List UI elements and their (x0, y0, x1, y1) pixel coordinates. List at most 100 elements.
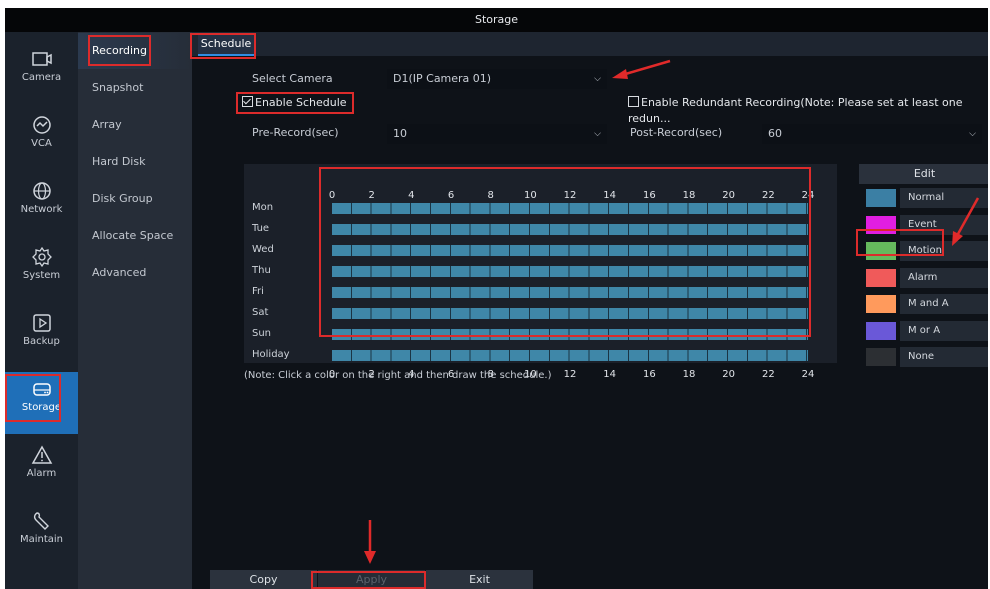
submenu-item-snapshot[interactable]: Snapshot (78, 70, 192, 106)
post-record-label: Post-Record(sec) (630, 126, 723, 139)
redundant-recording-label: Enable Redundant Recording(Note: Please … (628, 96, 963, 125)
nav-maintain-label: Maintain (19, 534, 64, 545)
submenu-item-recording[interactable]: Recording (78, 33, 192, 69)
day-label: Mon (252, 202, 274, 213)
checkbox-checked-icon (242, 96, 253, 107)
schedule-grid[interactable]: 0 2 4 6 8 10 12 14 16 18 20 22 24 0 2 4 6 8 10 12 14 16 18 20 2… (244, 164, 837, 380)
legend-label: M or A (900, 320, 988, 341)
chevron-down-icon: ⌵ (969, 129, 976, 139)
hour-tick-top: 18 (682, 190, 696, 201)
schedule-bar[interactable] (332, 224, 808, 235)
alarm-icon (31, 445, 52, 464)
legend-item[interactable]: M or A (859, 320, 988, 341)
legend-item[interactable]: None (859, 347, 988, 367)
schedule-bar[interactable] (332, 350, 808, 361)
hour-tick-bottom: 20 (722, 369, 736, 380)
day-label: Sun (252, 328, 272, 339)
legend-item[interactable]: Motion (859, 241, 988, 261)
nav-network-label: Network (20, 204, 63, 215)
legend-item[interactable]: M and A (859, 294, 988, 314)
schedule-bar[interactable] (332, 287, 808, 298)
color-swatch[interactable] (866, 321, 896, 340)
hour-tick-bottom: 22 (761, 369, 775, 380)
post-record-value: 60 (768, 127, 782, 140)
nav-network[interactable]: Network (5, 174, 78, 236)
enable-schedule-checkbox[interactable]: Enable Schedule (242, 95, 347, 111)
hour-tick-top: 20 (722, 190, 736, 201)
camera-icon (31, 52, 52, 66)
schedule-panel: Schedule Select Camera D1(IP Camera 01) … (192, 32, 988, 589)
redundant-recording-checkbox[interactable]: Enable Redundant Recording(Note: Please … (628, 95, 988, 127)
schedule-bar[interactable] (332, 329, 808, 340)
hour-tick-top: 4 (408, 190, 415, 201)
legend-item[interactable]: Normal (859, 188, 988, 208)
legend-label: Normal (900, 188, 988, 208)
hour-tick-bottom: 16 (642, 369, 656, 380)
tab-bar: Schedule (192, 32, 988, 56)
submenu-item-array[interactable]: Array (78, 107, 192, 143)
legend-item[interactable]: Alarm (859, 267, 988, 288)
copy-button[interactable]: Copy (210, 570, 317, 589)
hour-tick-top: 10 (523, 190, 537, 201)
schedule-bar[interactable] (332, 203, 808, 214)
pre-record-dropdown[interactable]: 10 ⌵ (387, 124, 607, 144)
color-swatch[interactable] (866, 189, 896, 207)
hour-tick-top: 24 (801, 190, 815, 201)
hour-tick-top: 2 (368, 190, 375, 201)
nav-alarm[interactable]: Alarm (5, 438, 78, 500)
day-label: Holiday (252, 349, 290, 360)
chevron-down-icon: ⌵ (594, 74, 601, 84)
select-camera-dropdown[interactable]: D1(IP Camera 01) ⌵ (387, 69, 607, 89)
nav-camera[interactable]: Camera (5, 42, 78, 104)
nav-maintain[interactable]: Maintain (5, 504, 78, 566)
submenu-item-hard-disk[interactable]: Hard Disk (78, 144, 192, 180)
day-label: Thu (252, 265, 271, 276)
globe-icon (32, 182, 51, 200)
nav-storage-label: Storage (21, 402, 62, 413)
submenu-item-disk-group[interactable]: Disk Group (78, 181, 192, 217)
edit-button[interactable]: Edit (859, 164, 988, 184)
submenu-item-allocate-space[interactable]: Allocate Space (78, 218, 192, 254)
exit-button[interactable]: Exit (426, 570, 533, 589)
schedule-bar[interactable] (332, 266, 808, 277)
apply-button[interactable]: Apply (318, 570, 425, 589)
hour-tick-top: 0 (328, 190, 336, 201)
color-swatch[interactable] (866, 268, 896, 287)
schedule-bar[interactable] (332, 308, 808, 319)
hour-tick-top: 22 (761, 190, 775, 201)
legend-label: Motion (900, 241, 988, 261)
legend-label: M and A (900, 294, 988, 314)
post-record-dropdown[interactable]: 60 ⌵ (762, 124, 982, 144)
nav-camera-label: Camera (21, 72, 62, 83)
pre-record-label: Pre-Record(sec) (252, 126, 339, 139)
storage-icon (32, 383, 51, 396)
color-swatch[interactable] (866, 348, 896, 366)
schedule-bar[interactable] (332, 245, 808, 256)
enable-schedule-label: Enable Schedule (255, 96, 347, 109)
vca-icon (32, 116, 51, 134)
main-nav-rail: Camera VCA Network System Backup Storage… (5, 32, 78, 589)
hour-tick-bottom: 12 (563, 369, 577, 380)
legend-label: Event (900, 214, 988, 235)
nav-system[interactable]: System (5, 240, 78, 302)
nav-backup[interactable]: Backup (5, 306, 78, 368)
color-swatch[interactable] (866, 295, 896, 313)
select-camera-value: D1(IP Camera 01) (393, 72, 492, 85)
tab-schedule[interactable]: Schedule (198, 34, 254, 56)
legend-label: Alarm (900, 267, 988, 288)
hour-tick-bottom: 14 (603, 369, 617, 380)
hour-tick-top: 16 (642, 190, 656, 201)
nav-alarm-label: Alarm (26, 468, 57, 479)
gear-icon (31, 246, 52, 268)
hour-tick-bottom: 24 (801, 369, 815, 380)
nav-storage[interactable]: Storage (5, 372, 78, 434)
submenu-item-advanced[interactable]: Advanced (78, 255, 192, 291)
storage-submenu: Recording Snapshot Array Hard Disk Disk … (78, 32, 192, 589)
day-label: Wed (252, 244, 274, 255)
color-swatch[interactable] (866, 215, 896, 234)
legend-item[interactable]: Event (859, 214, 988, 235)
hour-tick-top: 14 (603, 190, 617, 201)
nav-vca[interactable]: VCA (5, 108, 78, 170)
window-title: Storage (5, 8, 988, 32)
color-swatch[interactable] (866, 242, 896, 260)
